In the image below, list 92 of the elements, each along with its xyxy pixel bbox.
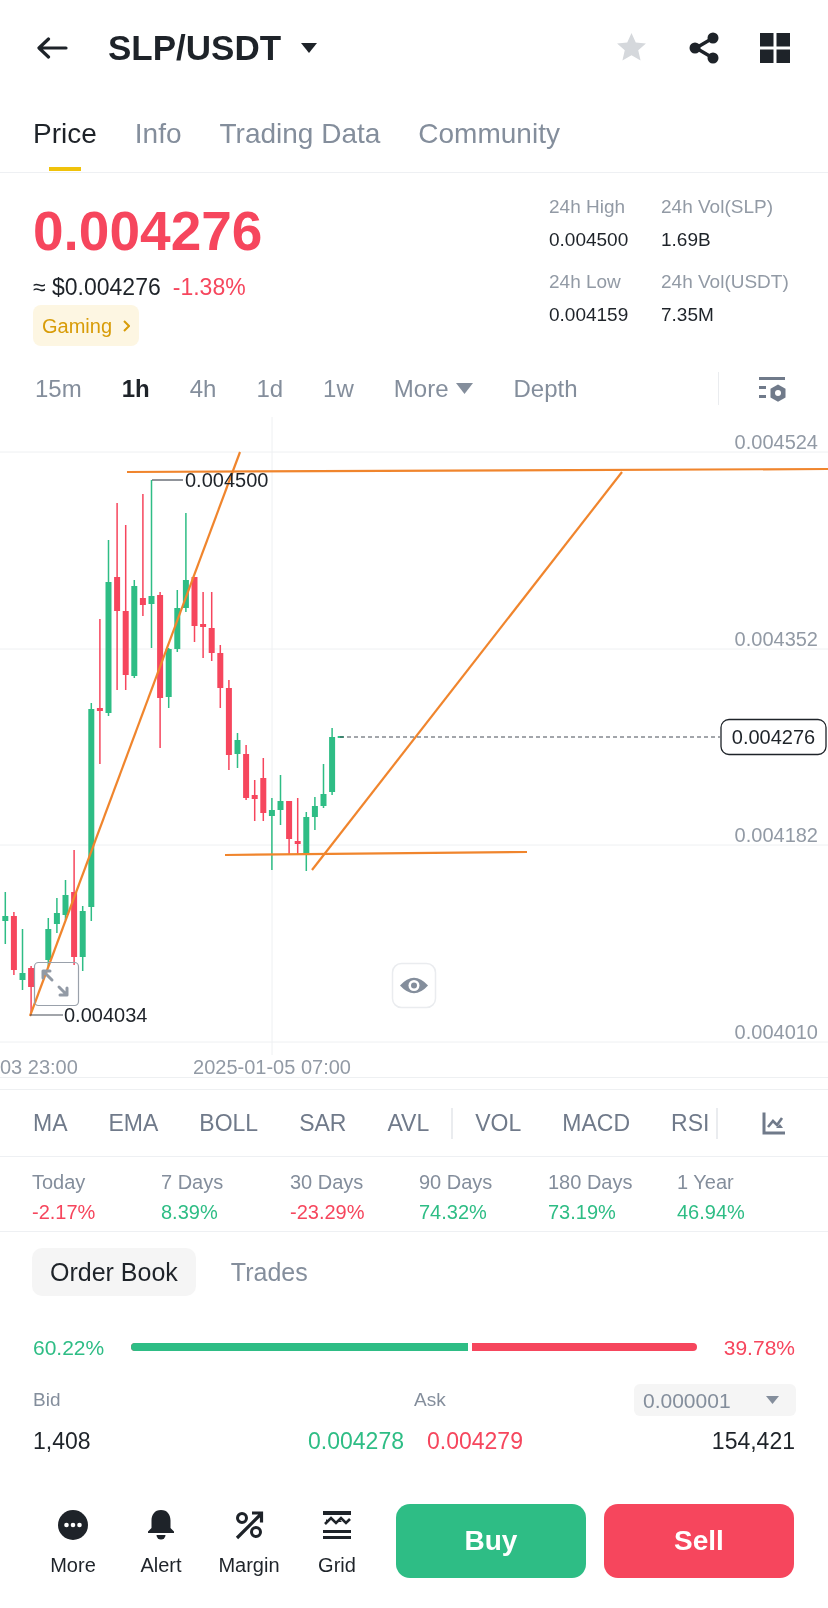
- price-axis-label: 0.004524: [734, 431, 818, 453]
- indicator-button[interactable]: MACD: [562, 1111, 630, 1135]
- period-change: 8.39%: [161, 1200, 219, 1224]
- period-change: -23.29%: [290, 1200, 366, 1224]
- interval-tab[interactable]: 1d: [256, 376, 284, 401]
- interval-tab[interactable]: 15m: [35, 376, 82, 401]
- ask-amount: 154,421: [711, 1429, 795, 1453]
- sector-tag[interactable]: Gaming: [33, 305, 140, 346]
- caret-down-icon: [456, 383, 474, 394]
- tab[interactable]: Trading Data: [219, 95, 381, 172]
- period-change: 74.32%: [419, 1200, 488, 1224]
- sell-button[interactable]: Sell: [604, 1504, 794, 1578]
- ask-header: Ask: [414, 1387, 446, 1412]
- tab[interactable]: Community: [418, 95, 560, 172]
- indicator-button[interactable]: MA: [33, 1111, 68, 1135]
- period-label: 90 Days: [419, 1170, 494, 1194]
- stat-value: 0.004159: [549, 303, 630, 327]
- period-label: 7 Days: [161, 1170, 225, 1194]
- candle: [191, 577, 198, 642]
- stat-label: 24h Vol(SLP): [661, 195, 774, 219]
- pair-selector[interactable]: SLP/USDT: [108, 30, 318, 65]
- percent-icon: [234, 1510, 264, 1540]
- candle: [28, 966, 35, 1015]
- bell-icon: [147, 1510, 175, 1540]
- candle: [62, 880, 69, 920]
- leader-line: [151, 479, 184, 481]
- action-button[interactable]: Grid: [293, 1490, 381, 1577]
- chart-settings-icon[interactable]: [759, 375, 787, 402]
- interval-tab[interactable]: 4h: [189, 376, 217, 401]
- last-price-tag: 0.004276: [720, 718, 827, 756]
- indicator-button[interactable]: SAR: [299, 1111, 347, 1135]
- leader-line: [29, 1014, 64, 1016]
- buy-button[interactable]: Buy: [396, 1504, 586, 1578]
- tab[interactable]: Price: [33, 95, 97, 172]
- time-axis-label: 03 23:00: [0, 1056, 78, 1078]
- indicator-button[interactable]: BOLL: [199, 1111, 259, 1135]
- stat-value: 0.004500: [549, 228, 630, 252]
- interval-tab[interactable]: 1w: [323, 376, 354, 401]
- period-label: Today: [32, 1170, 87, 1194]
- stat-value: 1.69B: [661, 228, 712, 252]
- back-icon[interactable]: [36, 36, 68, 59]
- interval-tab[interactable]: 1h: [121, 376, 150, 401]
- bid-header: Bid: [33, 1387, 62, 1412]
- indicator-button[interactable]: RSI: [671, 1111, 710, 1135]
- period-change: -2.17%: [32, 1200, 97, 1224]
- low-price-label: 0.004034: [64, 1004, 148, 1026]
- price-axis-label: 0.004010: [734, 1021, 818, 1043]
- ask-share: 39.78%: [722, 1336, 795, 1358]
- stat-value: 7.35M: [661, 303, 715, 327]
- bid-price: 0.004278: [308, 1429, 404, 1453]
- stat-label: 24h Vol(USDT): [661, 270, 790, 294]
- book-tab[interactable]: Order Book: [32, 1248, 196, 1296]
- visibility-button[interactable]: [391, 962, 437, 1009]
- indicator-button[interactable]: EMA: [108, 1111, 159, 1135]
- expand-icon: [41, 969, 69, 997]
- period-label: 1 Year: [677, 1170, 735, 1194]
- bid-amount: 1,408: [33, 1429, 91, 1453]
- chart-icon[interactable]: [762, 1111, 787, 1135]
- period-label: 30 Days: [290, 1170, 365, 1194]
- ask-price: 0.004279: [427, 1429, 523, 1453]
- layout-grid-icon[interactable]: [760, 32, 790, 63]
- action-button[interactable]: More: [29, 1490, 117, 1577]
- price-axis-label: 0.004182: [734, 824, 818, 846]
- stat-label: 24h Low: [549, 270, 622, 294]
- period-change: 73.19%: [548, 1200, 617, 1224]
- caret-down-icon: [301, 42, 318, 53]
- last-price: 0.004276: [33, 201, 263, 261]
- interval-menu[interactable]: More: [393, 376, 474, 401]
- interval-tab[interactable]: Depth: [513, 376, 578, 401]
- fiat-price: ≈ $0.004276: [33, 273, 161, 301]
- bid-share: 60.22%: [33, 1336, 106, 1358]
- share-icon[interactable]: [688, 31, 720, 64]
- candle: [320, 764, 327, 808]
- eye-icon: [400, 977, 428, 994]
- stat-label: 24h High: [549, 195, 627, 219]
- chevron-right-icon: [123, 319, 131, 332]
- price-axis-label: 0.004352: [734, 628, 818, 650]
- tab[interactable]: Info: [134, 95, 182, 172]
- time-axis-label: 2025-01-05 07:00: [193, 1056, 351, 1078]
- period-change: 46.94%: [677, 1200, 746, 1224]
- indicator-button[interactable]: AVL: [387, 1111, 430, 1135]
- caret-down-icon: [766, 1396, 779, 1404]
- action-button[interactable]: Margin: [205, 1490, 293, 1577]
- action-button[interactable]: Alert: [117, 1490, 205, 1577]
- book-tab[interactable]: Trades: [212, 1248, 326, 1296]
- expand-button[interactable]: [33, 961, 80, 1007]
- price-change: -1.38%: [172, 273, 246, 301]
- grid-trading-icon: [322, 1510, 352, 1540]
- precision-dropdown[interactable]: 0.000001: [634, 1384, 796, 1416]
- more-icon: [58, 1510, 88, 1540]
- indicator-button[interactable]: VOL: [475, 1111, 522, 1135]
- period-label: 180 Days: [548, 1170, 634, 1194]
